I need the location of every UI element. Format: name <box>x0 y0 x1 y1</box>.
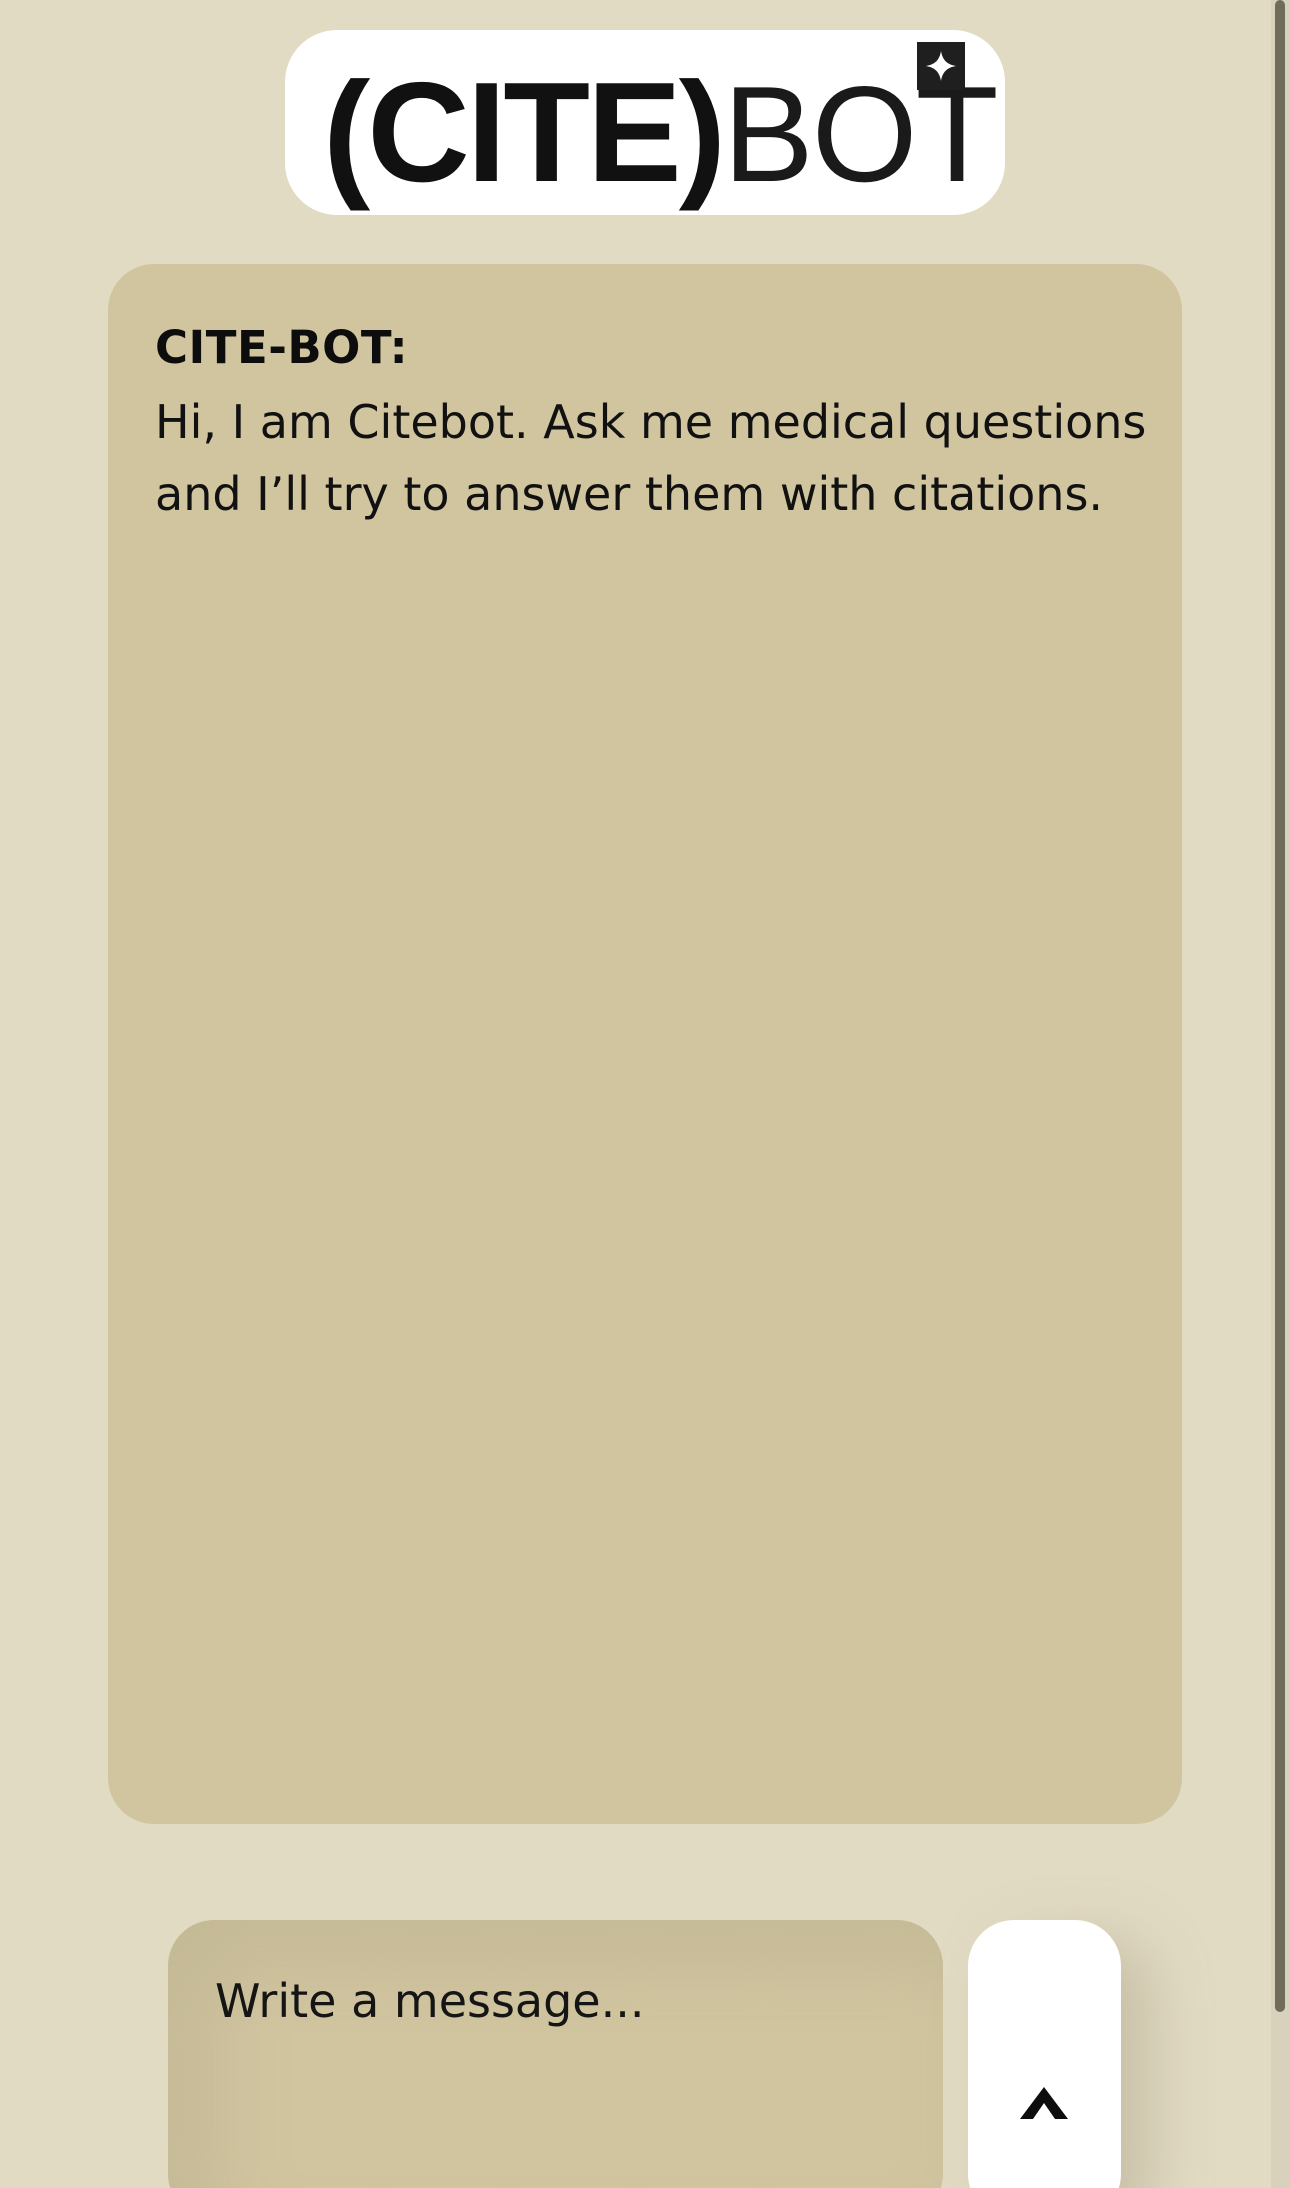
caret-up-icon <box>1020 2087 1068 2119</box>
send-button[interactable] <box>968 1920 1121 2188</box>
citebot-logo: (CITE)BOT <box>285 30 1005 215</box>
logo-wordmark: (CITE)BOT <box>323 58 999 210</box>
message-text: Hi, I am Citebot. Ask me medical questio… <box>155 395 1147 521</box>
page-scrollbar[interactable] <box>1271 0 1290 2188</box>
message-input[interactable] <box>168 1920 943 2188</box>
message-sender: CITE-BOT: <box>155 321 409 374</box>
sparkle-icon <box>917 42 965 90</box>
scrollbar-thumb[interactable] <box>1275 0 1285 2012</box>
chat-page: (CITE)BOT CITE-BOT: Hi, I am Citebot. As… <box>0 0 1290 2188</box>
logo-bold-text: (CITE) <box>323 53 726 212</box>
chat-history-panel: CITE-BOT: Hi, I am Citebot. Ask me medic… <box>108 264 1182 1824</box>
